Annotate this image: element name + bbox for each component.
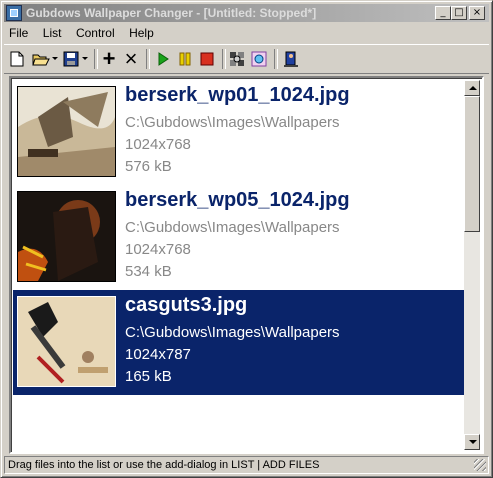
vertical-scrollbar[interactable]: [464, 80, 480, 450]
play-button[interactable]: [154, 50, 172, 68]
menu-list[interactable]: List: [38, 25, 67, 41]
wallpaper-thumbnail: [17, 86, 116, 177]
list-item[interactable]: berserk_wp01_1024.jpg C:\Gubdows\Images\…: [13, 80, 467, 185]
wallpaper-thumbnail: [17, 191, 116, 282]
options-button[interactable]: [250, 50, 268, 68]
menu-help[interactable]: Help: [124, 25, 159, 41]
stop-button[interactable]: [198, 50, 216, 68]
remove-button[interactable]: ×: [122, 46, 140, 71]
options-icon: [251, 51, 267, 67]
file-size: 576 kB: [125, 158, 172, 175]
play-icon: [158, 52, 169, 66]
title-bar[interactable]: Gubdows Wallpaper Changer - [Untitled: S…: [4, 4, 489, 22]
file-resolution: 1024x768: [125, 241, 191, 258]
app-icon[interactable]: [6, 5, 22, 21]
status-bar: Drag files into the list or use the add-…: [4, 456, 489, 474]
thumbnail-image: [18, 297, 115, 386]
add-button[interactable]: +: [100, 46, 118, 71]
toolbar: + ×: [4, 44, 489, 74]
open-button[interactable]: [32, 50, 50, 68]
file-path: C:\Gubdows\Images\Wallpapers: [125, 114, 340, 131]
window-title: Gubdows Wallpaper Changer - [Untitled: S…: [26, 6, 317, 20]
toolbar-separator: [94, 49, 98, 69]
exit-icon: [284, 51, 298, 67]
exit-button[interactable]: [282, 50, 300, 68]
status-text: Drag files into the list or use the add-…: [8, 459, 320, 471]
toolbar-separator: [222, 49, 226, 69]
file-size: 534 kB: [125, 263, 172, 280]
remove-icon: ×: [124, 46, 138, 71]
wallpaper-thumbnail: [17, 296, 116, 387]
pause-icon: [179, 52, 191, 66]
new-button[interactable]: [8, 50, 26, 68]
file-resolution: 1024x768: [125, 136, 191, 153]
file-path: C:\Gubdows\Images\Wallpapers: [125, 324, 340, 341]
shuffle-icon: [230, 52, 244, 66]
stop-icon: [200, 52, 214, 66]
minimize-button[interactable]: _: [435, 6, 451, 20]
file-name: casguts3.jpg: [125, 294, 248, 316]
toolbar-separator: [274, 49, 278, 69]
new-icon: [10, 51, 24, 67]
menu-bar: File List Control Help: [4, 24, 489, 42]
file-size: 165 kB: [125, 368, 172, 385]
arrow-down-icon: [469, 440, 477, 444]
scroll-down-button[interactable]: [464, 434, 480, 450]
maximize-button[interactable]: □: [451, 6, 467, 20]
file-resolution: 1024x787: [125, 346, 191, 363]
open-dropdown-icon[interactable]: [52, 57, 58, 60]
thumbnail-image: [18, 87, 115, 176]
save-icon: [63, 51, 79, 67]
wallpaper-list[interactable]: berserk_wp01_1024.jpg C:\Gubdows\Images\…: [9, 76, 484, 454]
menu-file[interactable]: File: [4, 25, 33, 41]
close-button[interactable]: ×: [469, 6, 485, 20]
pause-button[interactable]: [176, 50, 194, 68]
list-item[interactable]: berserk_wp05_1024.jpg C:\Gubdows\Images\…: [13, 185, 467, 290]
scrollbar-thumb[interactable]: [464, 96, 480, 232]
list-item[interactable]: casguts3.jpg C:\Gubdows\Images\Wallpaper…: [13, 290, 467, 395]
file-name: berserk_wp01_1024.jpg: [125, 84, 350, 106]
shuffle-button[interactable]: [228, 50, 246, 68]
resize-grip[interactable]: [474, 459, 486, 471]
save-dropdown-icon[interactable]: [82, 57, 88, 60]
app-window: Gubdows Wallpaper Changer - [Untitled: S…: [0, 0, 493, 478]
scroll-up-button[interactable]: [464, 80, 480, 96]
thumbnail-image: [18, 192, 115, 281]
file-path: C:\Gubdows\Images\Wallpapers: [125, 219, 340, 236]
add-icon: +: [102, 46, 116, 71]
menu-control[interactable]: Control: [71, 25, 120, 41]
save-button[interactable]: [62, 50, 80, 68]
file-name: berserk_wp05_1024.jpg: [125, 189, 350, 211]
arrow-up-icon: [469, 86, 477, 90]
open-icon: [32, 54, 50, 66]
toolbar-separator: [146, 49, 150, 69]
